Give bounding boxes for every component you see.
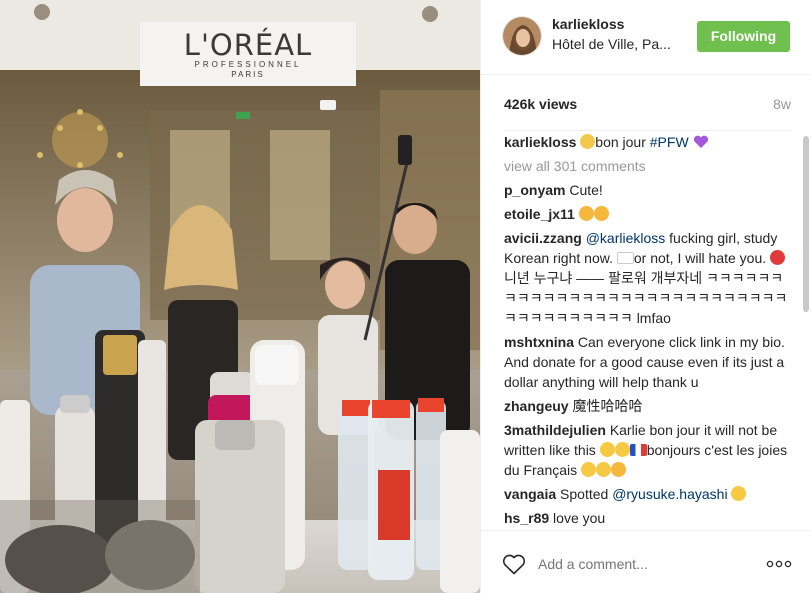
laughing-emoji-icon xyxy=(614,442,630,457)
comments-list[interactable]: karliekloss bon jour #PFW view all 301 c… xyxy=(504,132,794,530)
kiss-face-emoji-icon xyxy=(593,206,609,221)
comment-mention[interactable]: @karliekloss xyxy=(586,230,666,246)
laughing-emoji-icon xyxy=(731,486,747,501)
heart-outline-icon[interactable] xyxy=(502,553,526,575)
comment-entries: p_onyam Cute! etoile_jx11 avicii.zzang @k… xyxy=(504,180,794,530)
comment-item: p_onyam Cute! xyxy=(504,180,794,204)
comment-username[interactable]: zhangeuy xyxy=(504,398,569,414)
backstage-photo-illustration xyxy=(0,0,480,593)
logo-sub: PROFESSIONNEL xyxy=(194,60,302,69)
post-details-panel: karliekloss Hôtel de Ville, Pa... Follow… xyxy=(480,0,811,593)
comment-text: love you xyxy=(553,510,606,526)
comment-username[interactable]: 3mathildejulien xyxy=(504,422,606,438)
post-photo[interactable]: L'ORÉAL PROFESSIONNEL PARIS xyxy=(0,0,480,593)
avatar[interactable] xyxy=(502,16,542,56)
comment-text: Cute! xyxy=(569,182,603,198)
header-location[interactable]: Hôtel de Ville, Pa... xyxy=(552,36,682,52)
caption-hashtag[interactable]: #PFW xyxy=(650,134,689,150)
laughing-emoji-icon xyxy=(599,442,615,457)
comment-mention[interactable]: @ryusuke.hayashi xyxy=(612,486,727,502)
comment-username[interactable]: vangaia xyxy=(504,486,556,502)
caption-username[interactable]: karliekloss xyxy=(504,134,576,150)
loreal-logo: L'ORÉAL PROFESSIONNEL PARIS xyxy=(140,28,356,79)
comments-scrollbar[interactable] xyxy=(803,132,809,530)
caption-text: bon jour xyxy=(595,134,650,150)
laughing-emoji-icon xyxy=(596,462,612,477)
purple-heart-emoji-icon xyxy=(693,135,708,148)
comment-username[interactable]: hs_r89 xyxy=(504,510,549,526)
france-flag-emoji-icon xyxy=(629,444,647,456)
comment-item: vangaia Spotted @ryusuke.hayashi xyxy=(504,484,794,508)
more-options-icon[interactable] xyxy=(766,555,792,573)
post-age[interactable]: 8w xyxy=(773,96,791,112)
kiss-face-emoji-icon xyxy=(578,206,594,221)
comment-username[interactable]: avicii.zzang xyxy=(504,230,582,246)
comment-text: 니년 누구냐 —— 팔로워 개부자네 ㅋㅋㅋㅋㅋㅋㅋㅋㅋㅋㅋㅋㅋㅋㅋㅋㅋㅋㅋㅋㅋ… xyxy=(504,270,788,326)
comment-username[interactable]: p_onyam xyxy=(504,182,565,198)
add-comment-input[interactable] xyxy=(538,553,748,575)
comment-text: or not, I will hate you. xyxy=(633,250,771,266)
post-stats: 426k views 8w xyxy=(481,75,811,131)
view-count[interactable]: 426k views xyxy=(504,96,577,112)
comment-text: Spotted xyxy=(560,486,613,502)
comment-username[interactable]: mshtxnina xyxy=(504,334,574,350)
view-all-comments-link[interactable]: view all 301 comments xyxy=(504,156,794,180)
header-username[interactable]: karliekloss xyxy=(552,16,624,32)
logo-brand: L'ORÉAL xyxy=(183,28,313,62)
scrollbar-thumb[interactable] xyxy=(803,136,809,312)
comment-item: hs_r89 love you xyxy=(504,508,794,530)
post-header: karliekloss Hôtel de Ville, Pa... Follow… xyxy=(481,0,811,75)
post-footer xyxy=(481,530,811,593)
comment-item: zhangeuy 魔性哈哈哈 xyxy=(504,396,794,420)
following-button[interactable]: Following xyxy=(697,21,790,52)
comment-item: mshtxnina Can everyone click link in my … xyxy=(504,332,794,396)
comment-item: etoile_jx11 xyxy=(504,204,794,228)
kiss-face-emoji-icon xyxy=(611,462,627,477)
caption: karliekloss bon jour #PFW xyxy=(504,132,794,156)
korea-flag-emoji-icon xyxy=(616,252,634,264)
avatar-image xyxy=(503,17,541,55)
logo-city: PARIS xyxy=(231,70,265,79)
no-entry-emoji-icon xyxy=(770,250,786,265)
comment-text: 魔性哈哈哈 xyxy=(572,398,643,414)
stats-divider xyxy=(504,130,791,131)
laughing-emoji-icon xyxy=(581,462,597,477)
comment-username[interactable]: etoile_jx11 xyxy=(504,206,575,222)
blonde-woman-emoji-icon xyxy=(580,134,596,149)
comment-item: avicii.zzang @karliekloss fucking girl, … xyxy=(504,228,794,332)
comment-item: 3mathildejulien Karlie bon jour it will … xyxy=(504,420,794,484)
